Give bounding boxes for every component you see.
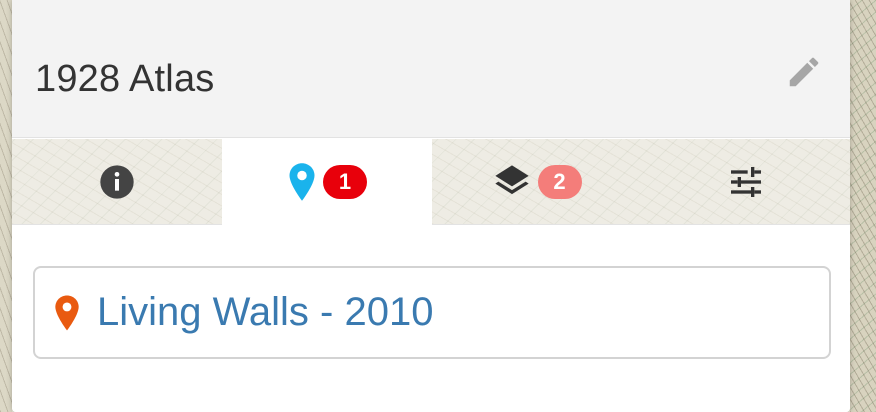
list-item[interactable]: Living Walls - 2010 — [33, 266, 831, 359]
edit-button[interactable] — [782, 52, 826, 92]
tab-settings[interactable] — [641, 139, 850, 225]
place-marker — [53, 294, 81, 332]
places-list: Living Walls - 2010 — [12, 226, 850, 412]
sliders-icon — [730, 167, 761, 197]
pencil-icon — [789, 57, 819, 87]
layers-count-badge: 2 — [537, 165, 582, 199]
panel-header: 1928 Atlas — [12, 0, 850, 138]
map-edge-left[interactable] — [0, 0, 12, 412]
place-name[interactable]: Living Walls - 2010 — [97, 290, 433, 335]
tab-info[interactable] — [12, 139, 222, 225]
layers-icon — [494, 165, 529, 195]
tab-places[interactable]: 1 — [222, 139, 432, 225]
map-marker-icon — [289, 163, 315, 201]
tab-layers[interactable]: 2 — [432, 139, 641, 225]
atlas-panel: 1928 Atlas 1 2 Living Walls - 2010 — [12, 0, 850, 412]
map-marker-icon — [55, 295, 79, 330]
page-title: 1928 Atlas — [35, 58, 215, 100]
places-count-badge: 1 — [323, 165, 367, 199]
panel-tabs: 1 2 — [12, 139, 850, 225]
map-edge-right[interactable] — [850, 0, 876, 412]
info-icon — [100, 165, 134, 199]
